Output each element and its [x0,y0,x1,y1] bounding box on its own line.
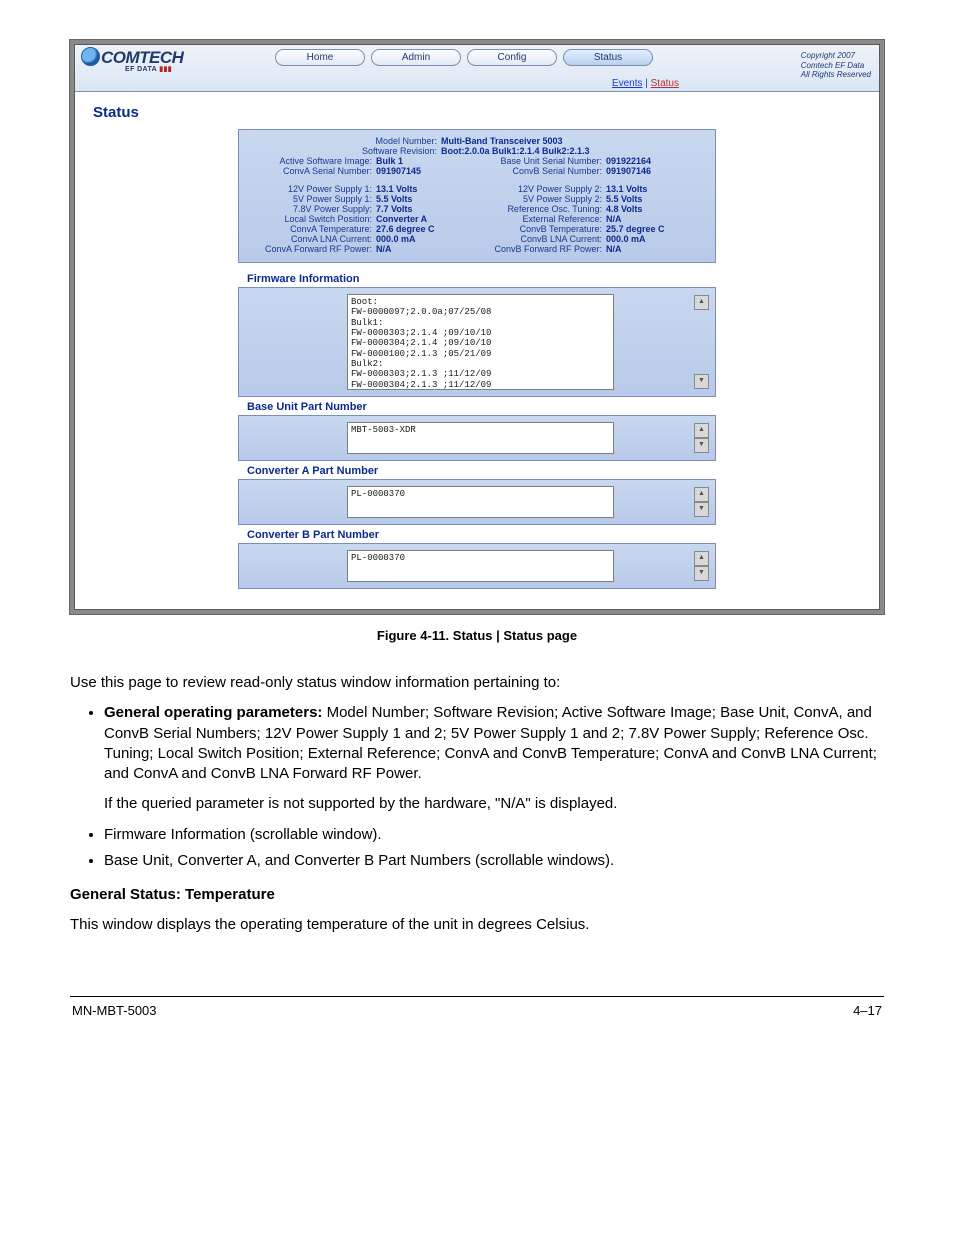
footer-left: MN-MBT-5003 [72,1003,157,1018]
scroll-up-icon[interactable]: ▲ [694,551,709,566]
subnav-status[interactable]: Status [651,78,679,89]
scroll-up-icon[interactable]: ▲ [694,487,709,502]
val-extref: N/A [606,214,622,224]
page-title: Status [93,104,863,121]
val-conva-sn: 091907145 [376,166,421,176]
val-temp-b: 25.7 degree C [606,224,665,234]
val-lna-a: 000.0 mA [376,234,416,244]
footer-right: 4–17 [853,1003,882,1018]
figure-caption: Figure 4-11. Status | Status page [70,628,884,643]
hdr-firmware-info: Firmware Information [247,273,707,285]
hdr-convb-part: Converter B Part Number [247,529,707,541]
hdr-base-part: Base Unit Part Number [247,401,707,413]
scroll-down-icon[interactable]: ▼ [694,374,709,389]
scroll-down-icon[interactable]: ▼ [694,566,709,581]
val-ps12-1: 13.1 Volts [376,184,417,194]
val-ps78: 7.7 Volts [376,204,412,214]
bullet-part-numbers: Base Unit, Converter A, and Converter B … [104,851,884,871]
panel-base-part: MBT-5003-XDR ▲ ▼ [238,415,716,461]
doc-intro: Use this page to review read-only status… [70,673,884,693]
lbl-ps12-1: 12V Power Supply 1: [247,184,376,194]
val-swrev: Boot:2.0.0a Bulk1:2.1.4 Bulk2:2.1.3 [441,146,590,156]
doc-note: If the queried parameter is not supporte… [104,794,884,814]
tab-status[interactable]: Status [563,49,653,66]
scrollbar-convb[interactable]: ▲ ▼ [694,551,707,581]
lbl-rf-a: ConvA Forward RF Power: [247,244,376,254]
tab-home[interactable]: Home [275,49,365,66]
scrollbar-conva[interactable]: ▲ ▼ [694,487,707,517]
scrollbar-firmware[interactable]: ▲ ▼ [694,295,707,389]
copyright: Copyright 2007 Comtech EF Data All Right… [801,51,871,80]
lbl-ps78: 7.8V Power Supply: [247,204,376,214]
panel-convb-part: PL-0000370 ▲ ▼ [238,543,716,589]
textarea-firmware-info[interactable]: Boot: FW-0000097;2.0.0a;07/25/08 Bulk1: … [347,294,614,390]
lbl-lna-b: ConvB LNA Current: [477,234,606,244]
val-model: Multi-Band Transceiver 5003 [441,136,563,146]
tab-admin[interactable]: Admin [371,49,461,66]
panel-firmware-info: Boot: FW-0000097;2.0.0a;07/25/08 Bulk1: … [238,287,716,397]
scroll-up-icon[interactable]: ▲ [694,423,709,438]
val-rf-b: N/A [606,244,622,254]
footer-rule [70,996,884,997]
tab-config[interactable]: Config [467,49,557,66]
lbl-model: Model Number: [247,136,441,146]
subnav-events[interactable]: Events [612,78,643,89]
page-footer: MN-MBT-5003 4–17 [70,1003,884,1018]
lbl-lsp: Local Switch Position: [247,214,376,224]
val-convb-sn: 091907146 [606,166,651,176]
app-banner: COMTECH EF DATA ▮▮▮ Home Admin Config St… [75,45,879,92]
lbl-ps5-1: 5V Power Supply 1: [247,194,376,204]
bullet-firmware: Firmware Information (scrollable window)… [104,825,884,845]
lbl-swrev: Software Revision: [247,146,441,156]
lbl-base-sn: Base Unit Serial Number: [477,156,606,166]
val-ps5-2: 5.5 Volts [606,194,642,204]
lbl-ps5-2: 5V Power Supply 2: [477,194,606,204]
bullet-general-params: General operating parameters: Model Numb… [104,703,884,784]
val-temp-a: 27.6 degree C [376,224,435,234]
val-lsp: Converter A [376,214,427,224]
val-lna-b: 000.0 mA [606,234,646,244]
subnav-sep: | [642,78,650,89]
val-reftune: 4.8 Volts [606,204,642,214]
lbl-temp-a: ConvA Temperature: [247,224,376,234]
globe-icon [81,47,100,66]
val-active-img: Bulk 1 [376,156,403,166]
brand-subtext: EF DATA ▮▮▮ [125,65,172,73]
panel-conva-part: PL-0000370 ▲ ▼ [238,479,716,525]
lbl-temp-b: ConvB Temperature: [477,224,606,234]
hdr-conva-part: Converter A Part Number [247,465,707,477]
textarea-convb-part[interactable]: PL-0000370 [347,550,614,582]
val-ps12-2: 13.1 Volts [606,184,647,194]
doc-subhead: General Status: Temperature [70,885,884,905]
scrollbar-base[interactable]: ▲ ▼ [694,423,707,453]
lbl-lna-a: ConvA LNA Current: [247,234,376,244]
textarea-conva-part[interactable]: PL-0000370 [347,486,614,518]
scroll-down-icon[interactable]: ▼ [694,502,709,517]
lbl-active-img: Active Software Image: [247,156,376,166]
val-ps5-1: 5.5 Volts [376,194,412,204]
lbl-rf-b: ConvB Forward RF Power: [477,244,606,254]
doc-subbody: This window displays the operating tempe… [70,915,884,935]
scroll-up-icon[interactable]: ▲ [694,295,709,310]
lbl-convb-sn: ConvB Serial Number: [477,166,606,176]
sub-nav: Events | Status [612,78,679,89]
textarea-base-part[interactable]: MBT-5003-XDR [347,422,614,454]
lbl-conva-sn: ConvA Serial Number: [247,166,376,176]
val-rf-a: N/A [376,244,392,254]
lbl-ps12-2: 12V Power Supply 2: [477,184,606,194]
lbl-extref: External Reference: [477,214,606,224]
lbl-reftune: Reference Osc. Tuning: [477,204,606,214]
scroll-down-icon[interactable]: ▼ [694,438,709,453]
main-tabs: Home Admin Config Status [275,49,653,66]
doc-body: Use this page to review read-only status… [70,673,884,936]
status-well: Model Number:Multi-Band Transceiver 5003… [238,129,716,263]
val-base-sn: 091922164 [606,156,651,166]
